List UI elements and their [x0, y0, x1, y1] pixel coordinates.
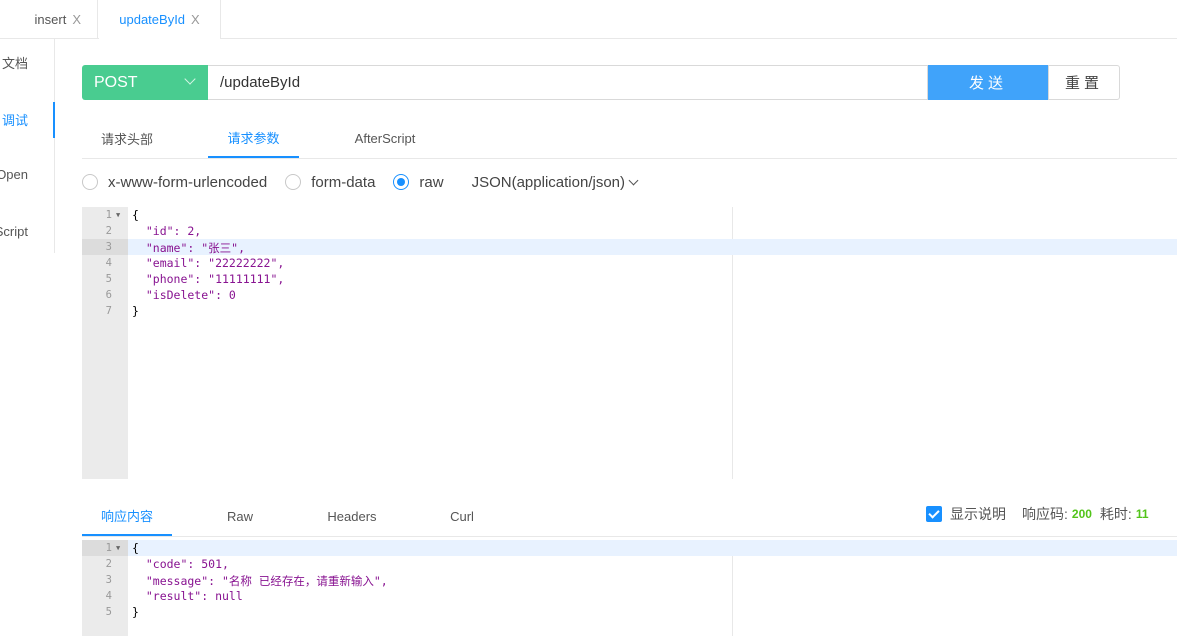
code-line: "email": "22222222",: [132, 256, 285, 270]
tab-headers[interactable]: 请求头部: [82, 118, 172, 158]
tab-headers[interactable]: Headers: [312, 496, 392, 536]
code-line: "phone": "11111111",: [132, 272, 285, 286]
response-status: 显示说明 响应码: 200 耗时: 11: [926, 496, 1149, 532]
radio-urlencoded[interactable]: x-www-form-urlencoded: [82, 174, 267, 191]
elapsed-label: 耗时:: [1099, 506, 1132, 522]
status-code-label: 响应码:: [1022, 506, 1068, 522]
line-number: 2: [105, 558, 112, 570]
tab-insert[interactable]: insert X: [0, 0, 98, 38]
content-type-label: JSON(application/json): [471, 173, 625, 191]
code-line: }: [132, 605, 139, 619]
show-desc-label: 显示说明: [950, 506, 1006, 522]
line-number: 1: [105, 209, 112, 221]
code-line: }: [132, 304, 139, 318]
line-number: 2: [105, 225, 112, 237]
tab-label: updateById: [119, 12, 186, 27]
radio-label: x-www-form-urlencoded: [108, 173, 268, 191]
method-select[interactable]: POST: [82, 65, 208, 100]
tab-raw[interactable]: Raw: [210, 496, 270, 536]
line-number: 4: [105, 257, 112, 269]
url-input[interactable]: /updateById: [208, 65, 928, 100]
fold-arrow-icon[interactable]: ▼: [116, 544, 120, 552]
code-line: "result": null: [132, 589, 243, 603]
tab-label: insert: [34, 11, 67, 27]
show-desc-checkbox[interactable]: [926, 506, 942, 522]
line-number: 6: [105, 289, 112, 301]
code-line: {: [132, 541, 139, 555]
radio-icon: [82, 174, 98, 190]
radio-form-data[interactable]: form-data: [285, 174, 375, 191]
line-number: 3: [105, 241, 112, 253]
reset-button[interactable]: 重置: [1048, 65, 1120, 100]
content-type-select[interactable]: JSON(application/json): [471, 173, 639, 191]
tab-updatebyid[interactable]: updateById X: [99, 0, 221, 39]
code-line: "code": 501,: [132, 557, 229, 571]
active-line-highlight: [82, 239, 1177, 255]
method-label: POST: [94, 73, 138, 91]
tab-curl[interactable]: Curl: [437, 496, 487, 536]
line-number: 1: [105, 542, 112, 554]
tab-params[interactable]: 请求参数: [208, 118, 299, 158]
line-number: 5: [105, 606, 112, 618]
fold-arrow-icon[interactable]: ▼: [116, 211, 120, 219]
response-body-editor[interactable]: 1 ▼ 2 3 4 5 { "code": 501, "message": "名…: [82, 540, 1177, 636]
chevron-down-icon: [184, 73, 196, 85]
radio-icon: [285, 174, 302, 190]
code-line: {: [132, 208, 139, 222]
code-line: "message": "名称 已经存在，请重新输入",: [132, 574, 388, 588]
left-nav: 文档 调试 Open Script: [0, 38, 55, 253]
radio-checked-icon: [393, 174, 410, 190]
body-type-options: x-www-form-urlencoded form-data raw JSON…: [82, 168, 639, 196]
radio-label: form-data: [311, 173, 376, 191]
nav-item-debug[interactable]: 调试: [2, 110, 28, 129]
request-tabs: 请求头部 请求参数 AfterScript: [82, 118, 1177, 159]
line-number: 3: [105, 574, 112, 586]
tab-response-content[interactable]: 响应内容: [82, 496, 172, 536]
nav-item-open[interactable]: Open: [0, 167, 28, 182]
elapsed-value: 11: [1135, 507, 1149, 521]
radio-raw[interactable]: raw: [393, 173, 444, 191]
nav-item-docs[interactable]: 文档: [2, 53, 28, 72]
tab-bar: insert X updateById X: [0, 0, 1177, 39]
chevron-down-icon: [628, 175, 639, 185]
nav-active-indicator: [53, 102, 55, 138]
close-icon[interactable]: X: [191, 12, 200, 27]
active-line-highlight: [82, 540, 1177, 556]
status-code-value: 200: [1071, 507, 1092, 521]
line-number: 7: [105, 305, 112, 317]
code-line: "id": 2,: [132, 224, 202, 238]
nav-item-script[interactable]: Script: [0, 224, 28, 239]
radio-label: raw: [419, 173, 444, 191]
line-number: 5: [105, 273, 112, 285]
tab-afterscript[interactable]: AfterScript: [342, 118, 428, 158]
code-line: "name": "张三",: [132, 241, 246, 255]
request-body-editor[interactable]: 1 ▼ 2 3 4 5 6 7 { "id": 2, "name": "张三",…: [82, 207, 1177, 479]
line-number: 4: [105, 590, 112, 602]
send-button[interactable]: 发送: [928, 65, 1048, 100]
code-line: "isDelete": 0: [132, 288, 236, 302]
close-icon[interactable]: X: [72, 12, 81, 27]
